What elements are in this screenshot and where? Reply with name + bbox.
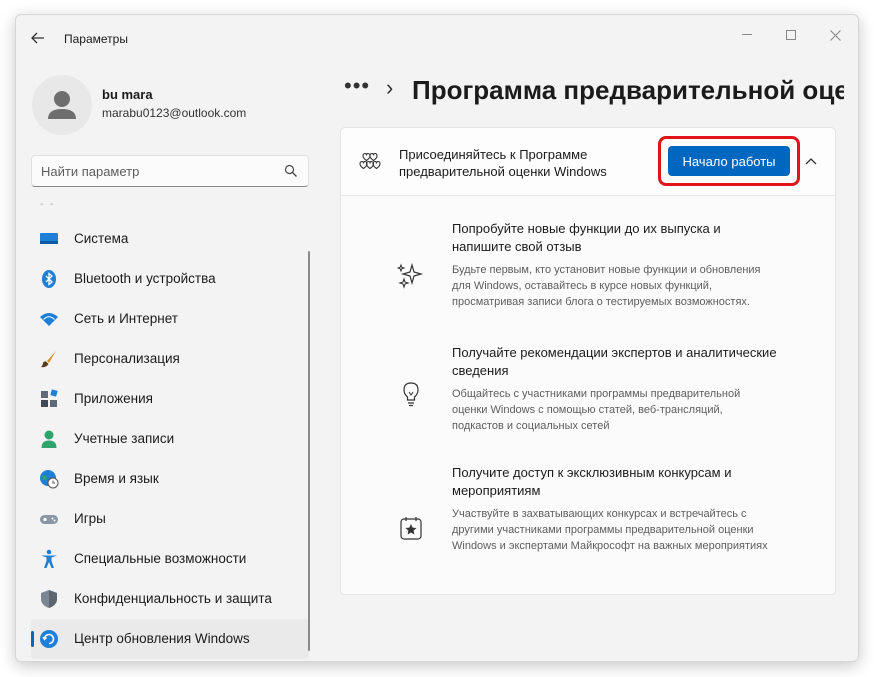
sidebar-item-personalization[interactable]: Персонализация: [31, 339, 309, 379]
minimize-button[interactable]: [728, 21, 766, 49]
user-silhouette-icon: [48, 91, 76, 119]
close-icon: [829, 29, 841, 41]
feature-title: Попробуйте новые функции до их выпуска и…: [452, 221, 721, 254]
feature-description: Участвуйте в захватывающих конкурсах и в…: [452, 508, 768, 552]
maximize-icon: [786, 30, 796, 40]
sidebar-item-system[interactable]: Система: [31, 219, 309, 259]
collapsed-item-indicator: - -: [40, 199, 56, 210]
feature-title: Получайте рекомендации экспертов и анали…: [452, 345, 777, 378]
search-box[interactable]: [31, 155, 309, 187]
minimize-icon: [742, 34, 752, 35]
back-arrow-icon: [31, 32, 44, 44]
sidebar-item-label: Сеть и Интернет: [74, 311, 178, 326]
sidebar-item-label: Персонализация: [74, 351, 180, 366]
active-indicator: [31, 631, 34, 647]
sidebar-item-label: Игры: [74, 511, 106, 526]
breadcrumb-more-button[interactable]: •••: [344, 73, 370, 99]
sidebar-item-label: Bluetooth и устройства: [74, 271, 216, 286]
sidebar-item-label: Приложения: [74, 391, 153, 406]
close-button[interactable]: [816, 21, 854, 49]
search-input[interactable]: [41, 156, 271, 186]
page-title: Программа предварительной оценки Windows: [412, 75, 844, 105]
bluetooth-icon: [42, 270, 56, 288]
sidebar-nav: Система Bluetooth и устройства Сеть и Ин…: [31, 219, 309, 659]
sidebar-item-label: Время и язык: [74, 471, 159, 486]
sidebar-item-accounts[interactable]: Учетные записи: [31, 419, 309, 459]
sidebar-item-time-language[interactable]: Время и язык: [31, 459, 309, 499]
breadcrumb: ••• › Программа предварительной оценки W…: [344, 73, 844, 109]
sidebar-item-network[interactable]: Сеть и Интернет: [31, 299, 309, 339]
sidebar-item-label: Конфиденциальность и защита: [74, 591, 272, 606]
insider-join-text: Присоединяйтесь к Программе предваритель…: [399, 147, 607, 179]
maximize-button[interactable]: [772, 21, 810, 49]
brush-icon: [41, 351, 56, 368]
gamepad-icon: [40, 515, 58, 524]
user-email: marabu0123@outlook.com: [102, 106, 247, 120]
sidebar-item-label: Система: [74, 231, 129, 246]
back-button[interactable]: [26, 27, 50, 49]
feature-description: Общайтесь с участниками программы предва…: [452, 388, 741, 432]
sidebar-item-accessibility[interactable]: Специальные возможности: [31, 539, 309, 579]
app-title: Параметры: [64, 32, 128, 46]
sidebar-item-gaming[interactable]: Игры: [31, 499, 309, 539]
sidebar-item-bluetooth[interactable]: Bluetooth и устройства: [31, 259, 309, 299]
breadcrumb-separator: ›: [386, 75, 394, 100]
sparkle-icon: [397, 262, 424, 289]
windows-update-icon: [40, 630, 58, 648]
avatar[interactable]: [32, 75, 92, 135]
sidebar-item-label: Специальные возможности: [74, 551, 247, 566]
highlight-annotation: [658, 136, 800, 186]
wifi-icon: [40, 313, 58, 326]
system-display-icon: [40, 233, 58, 244]
feature-description: Будьте первым, кто установит новые функц…: [452, 264, 761, 308]
chevron-up-icon[interactable]: [803, 154, 819, 168]
sidebar-item-label: Центр обновления Windows: [74, 631, 250, 646]
sidebar-scrollbar[interactable]: [308, 251, 310, 651]
title-bar: Параметры: [16, 15, 858, 59]
insider-card-header[interactable]: Присоединяйтесь к Программе предваритель…: [341, 128, 835, 196]
insider-hearts-icon: [359, 152, 381, 170]
shield-icon: [41, 590, 57, 608]
person-icon: [41, 430, 57, 448]
user-name: bu mara: [102, 87, 153, 102]
sidebar-item-label: Учетные записи: [74, 431, 175, 446]
feature-title: Получите доступ к эксклюзивным конкурсам…: [452, 465, 732, 498]
accessibility-icon: [41, 549, 57, 568]
apps-icon: [41, 389, 58, 407]
sidebar-item-apps[interactable]: Приложения: [31, 379, 309, 419]
settings-window: Параметры bu mara marabu0123@outlook.com…: [15, 14, 859, 662]
insider-program-card: Присоединяйтесь к Программе предваритель…: [340, 127, 836, 595]
globe-clock-icon: [40, 470, 59, 489]
star-badge-icon: [400, 517, 422, 540]
sidebar-item-privacy[interactable]: Конфиденциальность и защита: [31, 579, 309, 619]
sidebar-item-windows-update[interactable]: Центр обновления Windows: [31, 619, 309, 659]
search-icon[interactable]: [284, 164, 298, 178]
lightbulb-icon: [403, 382, 419, 407]
